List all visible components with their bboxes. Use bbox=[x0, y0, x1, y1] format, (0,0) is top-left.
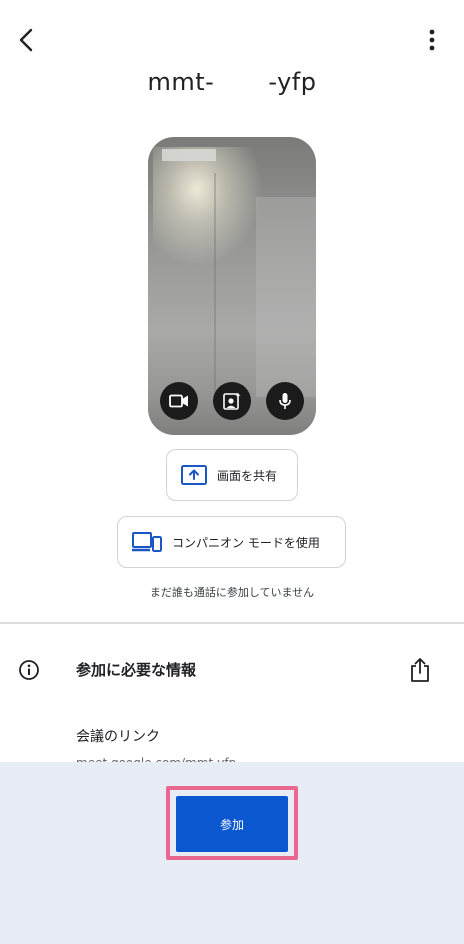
share-info-button[interactable] bbox=[408, 657, 432, 683]
arrow-back-icon bbox=[19, 28, 33, 52]
call-status-text: まだ誰も通話に参加していません bbox=[149, 586, 315, 599]
share-icon bbox=[411, 658, 429, 682]
preview-light-glow bbox=[153, 147, 263, 267]
portrait-sparkle-icon bbox=[223, 392, 241, 410]
preview-pole bbox=[214, 173, 216, 403]
mic-icon bbox=[279, 393, 291, 409]
share-screen-button[interactable]: 画面を共有 bbox=[166, 449, 298, 501]
companion-mode-label: コンパニオン モードを使用 bbox=[172, 535, 320, 550]
section-divider bbox=[0, 622, 464, 624]
more-vert-icon bbox=[429, 29, 435, 51]
join-button[interactable]: 参加 bbox=[176, 796, 288, 852]
joining-info-title: 参加に必要な情報 bbox=[76, 661, 197, 679]
devices-icon bbox=[132, 532, 162, 552]
preview-ceiling-light bbox=[162, 149, 216, 161]
companion-mode-button[interactable]: コンパニオン モードを使用 bbox=[117, 516, 346, 568]
preview-wall bbox=[256, 197, 316, 397]
effects-button[interactable] bbox=[213, 382, 251, 420]
share-screen-label: 画面を共有 bbox=[217, 468, 278, 483]
redacted-area bbox=[214, 70, 269, 96]
info-icon bbox=[18, 659, 40, 681]
meeting-code: mmt- -yfp bbox=[0, 68, 464, 96]
present-to-all-icon bbox=[181, 465, 207, 485]
more-options-button[interactable] bbox=[414, 22, 450, 58]
back-button[interactable] bbox=[8, 22, 44, 58]
videocam-icon bbox=[169, 394, 188, 408]
meeting-link-label: 会議のリンク bbox=[76, 729, 160, 745]
self-video-preview bbox=[148, 137, 316, 435]
meeting-code-suffix: -yfp bbox=[268, 68, 317, 96]
camera-toggle-button[interactable] bbox=[160, 382, 198, 420]
meeting-code-prefix: mmt- bbox=[147, 68, 215, 96]
mic-toggle-button[interactable] bbox=[266, 382, 304, 420]
